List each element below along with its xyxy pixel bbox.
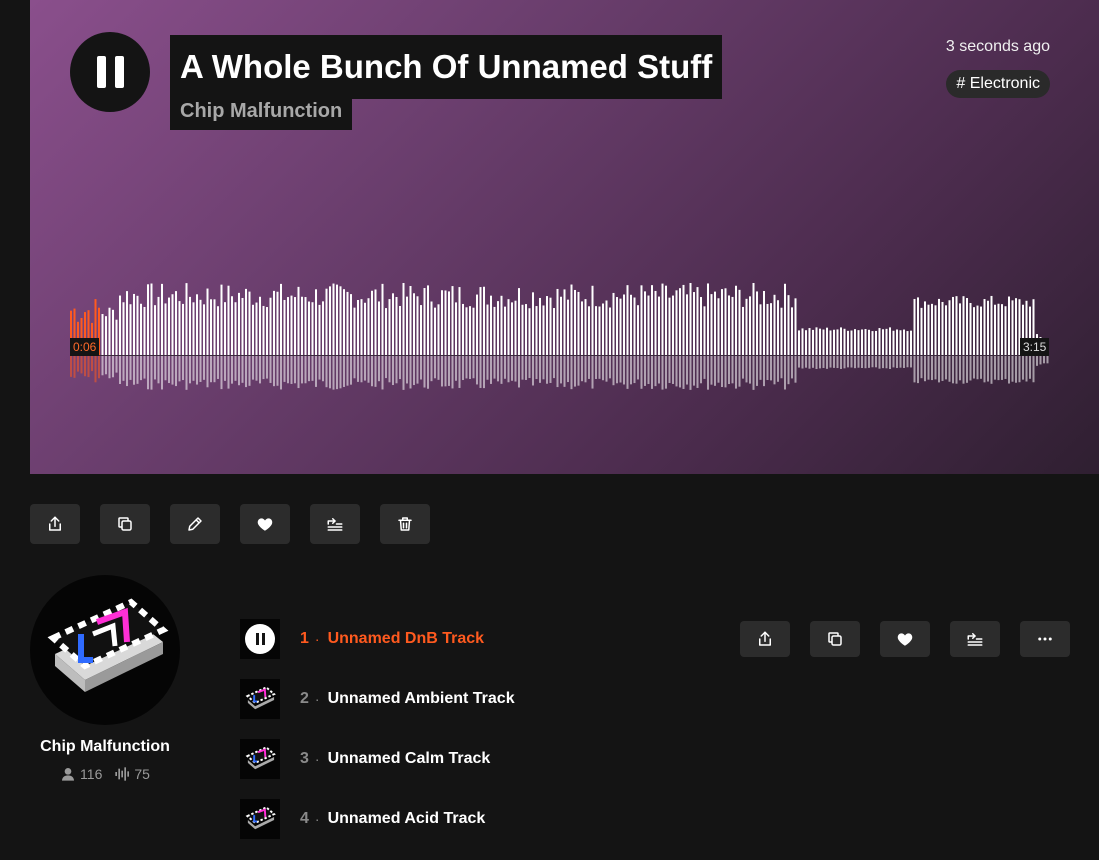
tracks-stat: 75	[114, 766, 150, 782]
add-to-queue-button[interactable]	[310, 504, 360, 544]
track-share-button[interactable]	[740, 621, 790, 657]
track-duplicate-button[interactable]	[810, 621, 860, 657]
track-more-button[interactable]	[1020, 621, 1070, 657]
profile-avatar[interactable]	[30, 575, 180, 725]
waveform[interactable]	[70, 260, 1050, 400]
queue-icon	[967, 633, 983, 646]
track-name[interactable]: Unnamed Ambient Track	[328, 690, 515, 708]
tracks-count: 75	[134, 766, 150, 782]
track-separator: ·	[314, 691, 320, 707]
chip-logo-icon	[245, 746, 276, 770]
queue-icon	[327, 518, 343, 531]
user-icon	[62, 768, 75, 781]
chip-logo-icon	[47, 598, 169, 692]
pause-button[interactable]	[70, 32, 150, 112]
like-button[interactable]	[240, 504, 290, 544]
posted-time: 3 seconds ago	[945, 38, 1050, 55]
current-time: 0:06	[70, 338, 100, 356]
track-row[interactable]: 1 · Unnamed DnB Track	[240, 619, 720, 659]
pause-icon	[245, 624, 275, 654]
track-name[interactable]: Unnamed DnB Track	[328, 630, 484, 648]
pencil-icon	[188, 517, 202, 531]
player-hero: A Whole Bunch Of Unnamed Stuff Chip Malf…	[30, 0, 1099, 474]
track-thumbnail[interactable]	[240, 619, 280, 659]
followers-count: 116	[80, 766, 103, 782]
edit-button[interactable]	[170, 504, 220, 544]
followers-stat: 116	[60, 766, 102, 782]
share-icon	[759, 631, 771, 646]
profile-stats: 116 75	[0, 766, 210, 782]
share-icon	[49, 516, 61, 531]
track-row[interactable]: 3 · Unnamed Calm Track	[240, 739, 720, 779]
track-like-button[interactable]	[880, 621, 930, 657]
heart-icon	[257, 518, 273, 531]
track-row[interactable]: 4 · Unnamed Acid Track	[240, 799, 720, 839]
track-separator: ·	[314, 631, 320, 647]
track-actions	[740, 621, 1070, 657]
delete-button[interactable]	[380, 504, 430, 544]
track-number: 1	[300, 630, 309, 647]
duplicate-button[interactable]	[100, 504, 150, 544]
track-queue-button[interactable]	[950, 621, 1000, 657]
track-separator: ·	[314, 751, 320, 767]
track-name[interactable]: Unnamed Acid Track	[328, 810, 486, 828]
track-thumbnail[interactable]	[240, 799, 280, 839]
player-actions	[30, 504, 430, 544]
track-number: 2	[300, 690, 309, 707]
copy-icon	[118, 517, 132, 531]
profile-name[interactable]: Chip Malfunction	[0, 738, 210, 756]
chip-logo-icon	[245, 806, 276, 830]
total-time: 3:15	[1020, 338, 1050, 356]
share-button[interactable]	[30, 504, 80, 544]
track-number: 4	[300, 810, 309, 827]
copy-icon	[828, 632, 842, 646]
track-number: 3	[300, 750, 309, 767]
track-title: A Whole Bunch Of Unnamed Stuff	[170, 35, 723, 99]
more-icon	[1038, 637, 1052, 641]
track-separator: ·	[314, 811, 320, 827]
pause-icon	[96, 56, 124, 88]
track-thumbnail[interactable]	[240, 679, 280, 719]
waveform-icon	[115, 767, 130, 781]
artist-link[interactable]: Chip Malfunction	[170, 92, 353, 130]
track-thumbnail[interactable]	[240, 739, 280, 779]
track-name[interactable]: Unnamed Calm Track	[328, 750, 491, 768]
genre-tag[interactable]: # Electronic	[946, 70, 1050, 98]
heart-icon	[897, 633, 913, 646]
trash-icon	[398, 517, 412, 531]
track-row[interactable]: 2 · Unnamed Ambient Track	[240, 679, 720, 719]
chip-logo-icon	[245, 686, 276, 710]
